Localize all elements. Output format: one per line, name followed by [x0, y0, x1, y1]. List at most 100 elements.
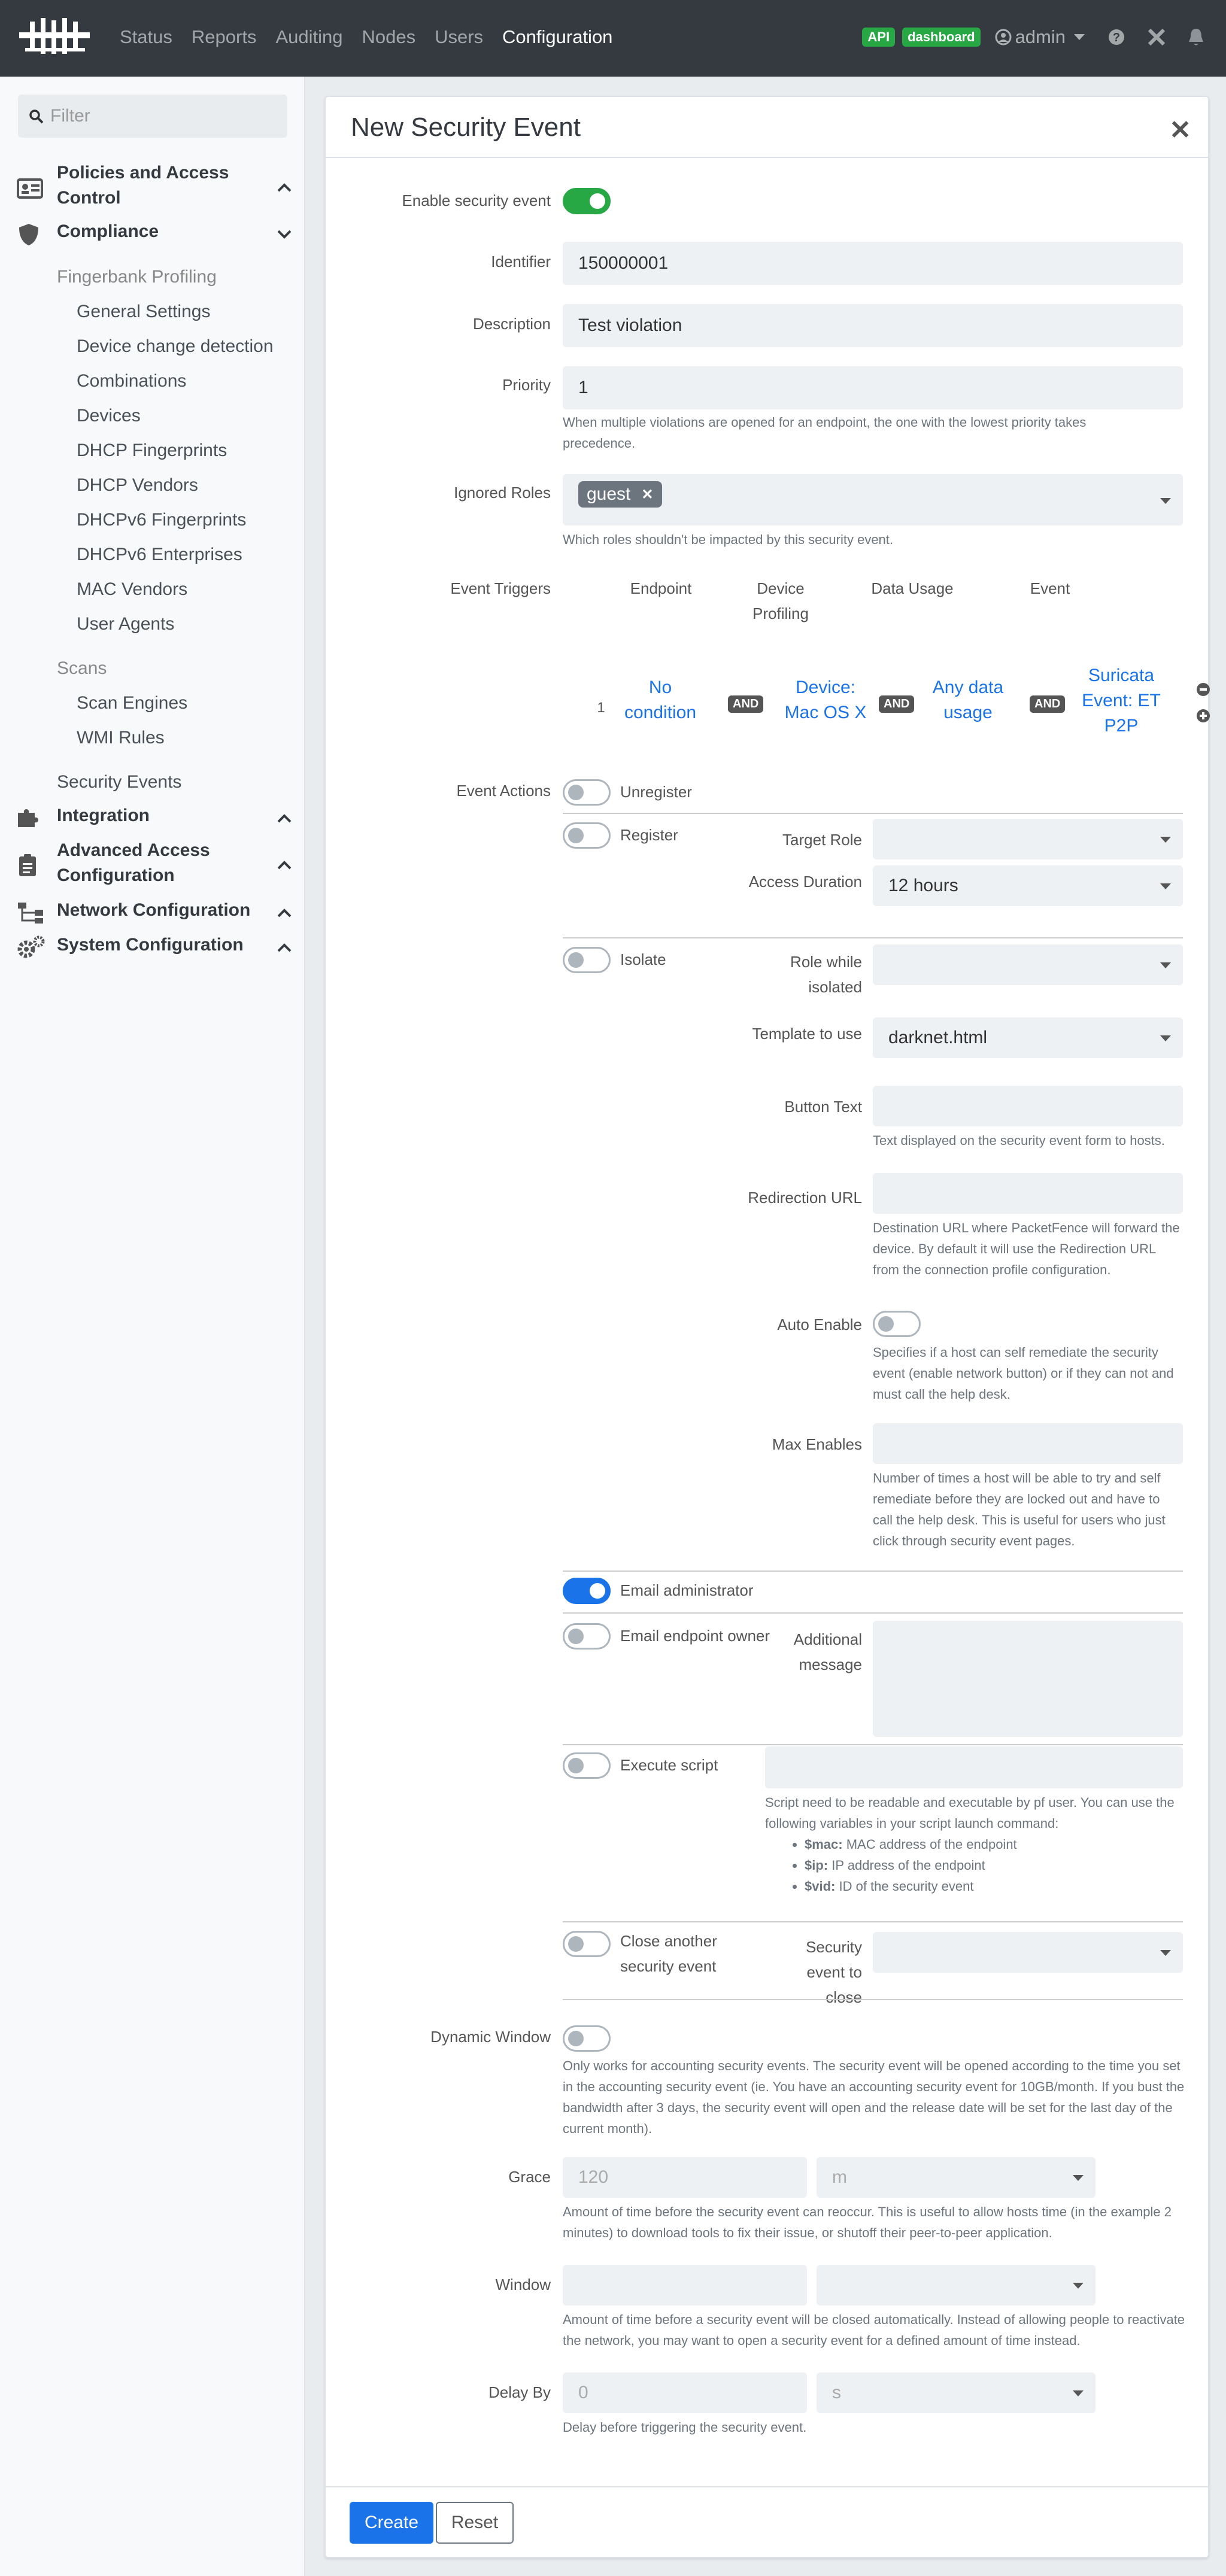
priority-input[interactable]: 1 [563, 366, 1183, 409]
max-enables-input[interactable] [873, 1423, 1183, 1464]
tools-icon[interactable] [1147, 28, 1166, 47]
template-select[interactable]: darknet.html [873, 1017, 1183, 1058]
execute-script-toggle[interactable] [563, 1752, 611, 1779]
trigger-device-link[interactable]: Device: Mac OS X [781, 675, 870, 725]
packetfence-logo-icon[interactable] [17, 16, 92, 59]
grace-unit-select[interactable]: m [817, 2157, 1095, 2198]
sidebar-filter-input[interactable]: Filter [18, 95, 287, 138]
sidebar-item-combinations[interactable]: Combinations [77, 371, 186, 391]
add-trigger-icon[interactable] [1196, 709, 1210, 723]
description-input[interactable]: Test violation [563, 304, 1183, 347]
sidebar-group-scans: Scans [57, 658, 107, 678]
sidebar-item-devices[interactable]: Devices [77, 406, 141, 426]
api-badge: API [862, 28, 896, 47]
template-value: darknet.html [888, 1028, 988, 1047]
sidebar-section-integration[interactable]: Integration [57, 806, 150, 826]
sidebar-item-mac-vendors[interactable]: MAC Vendors [77, 579, 187, 600]
register-toggle[interactable] [563, 822, 611, 849]
nav-status[interactable]: Status [120, 26, 172, 48]
sidebar-section-network-config[interactable]: Network Configuration [57, 900, 250, 921]
grace-input[interactable]: 120 [563, 2157, 807, 2198]
enable-toggle[interactable] [563, 188, 611, 214]
delay-input[interactable]: 0 [563, 2373, 807, 2413]
sidebar-item-security-events[interactable]: Security Events [57, 772, 181, 792]
button-text-help: Text displayed on the security event for… [873, 1133, 1165, 1148]
window-input[interactable] [563, 2265, 807, 2305]
chevron-up-icon[interactable] [277, 942, 292, 953]
page-title: New Security Event [351, 113, 581, 142]
sidebar-item-dhcp-vendors[interactable]: DHCP Vendors [77, 475, 198, 496]
sidebar-section-policies[interactable]: Policies and Access Control [57, 160, 260, 211]
role-chip-guest[interactable]: guest ✕ [578, 481, 662, 508]
sidebar-group-fingerbank: Fingerbank Profiling [57, 267, 217, 287]
trigger-data-link[interactable]: Any data usage [929, 675, 1007, 725]
close-another-toggle[interactable] [563, 1931, 611, 1957]
nav-reports[interactable]: Reports [192, 26, 257, 48]
isolate-label: Isolate [620, 950, 666, 968]
template-label: Template to use [752, 1025, 862, 1043]
and-badge: AND [879, 695, 915, 713]
dynamic-window-toggle[interactable] [563, 2025, 611, 2052]
redirection-input[interactable] [873, 1173, 1183, 1214]
enable-label: Enable security event [402, 192, 551, 209]
button-text-input[interactable] [873, 1086, 1183, 1126]
window-help: Amount of time before a security event w… [563, 2312, 1185, 2348]
sidebar-item-dhcpv6-fingerprints[interactable]: DHCPv6 Fingerprints [77, 510, 246, 530]
sidebar-section-advanced-access[interactable]: Advanced Access Configuration [57, 838, 260, 888]
chevron-up-icon[interactable] [277, 859, 292, 870]
user-circle-icon [995, 29, 1012, 45]
additional-message-textarea[interactable] [873, 1621, 1183, 1737]
sidebar-item-scan-engines[interactable]: Scan Engines [77, 693, 187, 713]
sidebar-section-system-config[interactable]: System Configuration [57, 935, 244, 955]
access-duration-label: Access Duration [748, 873, 862, 891]
access-duration-select[interactable]: 12 hours [873, 865, 1183, 906]
grace-unit-value: m [832, 2167, 847, 2187]
close-another-label: Close another security event [620, 1932, 717, 1975]
admin-menu[interactable]: admin [995, 26, 1086, 48]
and-badge: AND [728, 695, 764, 713]
target-role-select[interactable] [873, 819, 1183, 859]
sidebar-item-dhcp-fingerprints[interactable]: DHCP Fingerprints [77, 441, 227, 461]
close-icon[interactable]: ✕ [1169, 115, 1191, 145]
clipboard-icon [19, 854, 36, 876]
create-button[interactable]: Create [350, 2502, 433, 2544]
window-unit-select[interactable] [817, 2265, 1095, 2305]
remove-chip-icon[interactable]: ✕ [641, 486, 653, 503]
remove-trigger-icon[interactable] [1196, 682, 1210, 697]
delay-unit-select[interactable]: s [817, 2373, 1095, 2413]
sidebar-item-general-settings[interactable]: General Settings [77, 302, 210, 322]
help-icon[interactable]: ? [1107, 28, 1125, 46]
sidebar-item-device-change-detection[interactable]: Device change detection [77, 336, 274, 357]
email-admin-toggle[interactable] [563, 1578, 611, 1604]
cogs-icon [17, 935, 45, 958]
trigger-event-link[interactable]: Suricata Event: ET P2P [1076, 663, 1166, 739]
and-badge: AND [1030, 695, 1066, 713]
chevron-up-icon[interactable] [277, 182, 292, 193]
bell-icon[interactable] [1188, 28, 1204, 47]
auto-enable-toggle[interactable] [873, 1311, 921, 1337]
unregister-toggle[interactable] [563, 779, 611, 806]
reset-button[interactable]: Reset [436, 2502, 514, 2544]
chevron-down-icon[interactable] [277, 229, 292, 239]
isolate-toggle[interactable] [563, 947, 611, 973]
chevron-up-icon[interactable] [277, 907, 292, 918]
delay-unit-value: s [832, 2383, 841, 2402]
sidebar-item-dhcpv6-enterprises[interactable]: DHCPv6 Enterprises [77, 545, 242, 565]
nav-auditing[interactable]: Auditing [275, 26, 342, 48]
identifier-input[interactable]: 150000001 [563, 242, 1183, 285]
sidebar-item-wmi-rules[interactable]: WMI Rules [77, 728, 165, 748]
role-isolated-select[interactable] [873, 944, 1183, 985]
chevron-up-icon[interactable] [277, 813, 292, 824]
nav-configuration[interactable]: Configuration [502, 26, 612, 48]
sidebar-item-user-agents[interactable]: User Agents [77, 614, 174, 634]
action-divider [563, 1921, 1183, 1922]
email-owner-toggle[interactable] [563, 1623, 611, 1650]
event-to-close-select[interactable] [873, 1932, 1183, 1973]
execute-script-input[interactable] [765, 1746, 1183, 1788]
trigger-endpoint-link[interactable]: No condition [617, 675, 704, 725]
trigger-header-event: Event [1030, 579, 1070, 597]
sidebar-section-compliance[interactable]: Compliance [57, 221, 159, 242]
nav-nodes[interactable]: Nodes [362, 26, 415, 48]
nav-users[interactable]: Users [435, 26, 483, 48]
dynamic-window-label: Dynamic Window [430, 2028, 551, 2046]
